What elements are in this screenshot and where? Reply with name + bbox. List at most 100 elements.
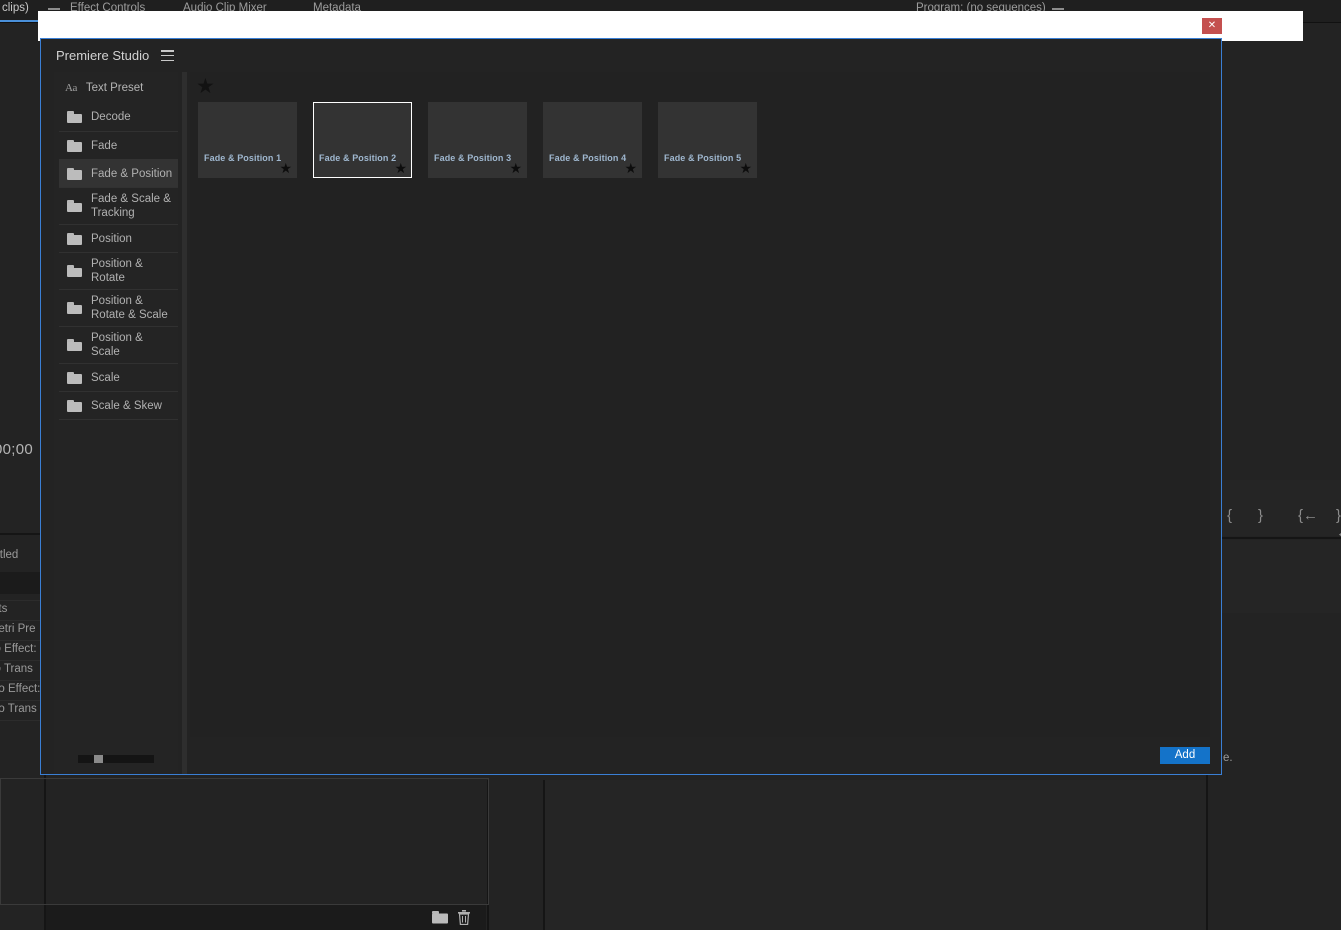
star-icon[interactable]: ★	[509, 161, 522, 175]
sidebar-item-position-scale[interactable]: Position & Scale	[59, 326, 178, 363]
dialog-body: Aa Text Preset Decode Fade Fade & Positi…	[41, 72, 1221, 774]
zoom-slider[interactable]	[78, 755, 154, 763]
folder-icon	[67, 371, 82, 384]
hamburger-menu-icon[interactable]	[161, 50, 175, 61]
bg-rowline-3	[0, 660, 44, 661]
preset-content-column: ★ Fade & Position 1 ★ Fade & Position 2 …	[190, 72, 1210, 774]
bg-marker-in-icon[interactable]: {	[1227, 507, 1232, 524]
bg-bin-item-0[interactable]: ets	[0, 603, 7, 615]
bg-rowline-1	[0, 620, 44, 621]
bg-marker-out-icon[interactable]: }	[1258, 507, 1263, 524]
sidebar-item-decode[interactable]: Decode	[59, 103, 178, 131]
sidebar-divider-bar[interactable]	[182, 72, 187, 774]
bg-status-text: e.	[1223, 752, 1233, 764]
text-preset-header: Aa Text Preset	[54, 72, 178, 103]
sidebar-item-label: Fade	[91, 139, 118, 152]
bg-rowline-6	[0, 720, 44, 721]
sidebar-item-label: Decode	[91, 111, 131, 123]
preset-card[interactable]: Fade & Position 2 ★	[313, 102, 412, 178]
sidebar-empty-space	[54, 424, 178, 745]
bg-right-panel-upper	[1208, 540, 1341, 613]
folder-icon	[67, 200, 82, 212]
text-preset-aa-icon: Aa	[65, 81, 77, 94]
preset-card[interactable]: Fade & Position 3 ★	[428, 102, 527, 178]
folder-icon	[67, 139, 82, 152]
preset-category-sidebar: Aa Text Preset Decode Fade Fade & Positi…	[54, 72, 178, 774]
sidebar-item-label: Fade & Scale & Tracking	[91, 193, 171, 219]
zoom-slider-thumb[interactable]	[94, 755, 103, 763]
star-icon[interactable]: ★	[739, 161, 752, 175]
favorites-star-icon[interactable]: ★	[196, 76, 215, 97]
bg-timeline-panel	[545, 780, 1206, 930]
close-icon[interactable]: ✕	[1202, 18, 1222, 34]
grid-header: ★	[190, 72, 1210, 100]
bg-tab-program-dash	[1052, 8, 1064, 10]
bg-rowline-4	[0, 680, 44, 681]
preset-card-label: Fade & Position 2	[319, 153, 397, 163]
star-icon[interactable]: ★	[279, 161, 292, 175]
preset-card-label: Fade & Position 5	[664, 153, 742, 163]
preset-grid-panel: ★ Fade & Position 1 ★ Fade & Position 2 …	[190, 72, 1210, 737]
sidebar-item-scale[interactable]: Scale	[59, 363, 178, 391]
bg-rowline-0	[0, 600, 44, 601]
white-overlay-strip	[38, 11, 1303, 41]
bg-hsep-1	[0, 533, 44, 535]
bg-bin-item-4[interactable]: eo Effect:	[0, 683, 40, 695]
sidebar-item-label: Position & Scale	[91, 332, 143, 358]
preset-card[interactable]: Fade & Position 5 ★	[658, 102, 757, 178]
bg-rowline-5	[0, 700, 44, 701]
sidebar-item-label: Fade & Position	[91, 167, 173, 180]
zoom-slider-container	[54, 744, 178, 774]
bg-search-field[interactable]	[0, 572, 44, 594]
bg-goto-out-icon[interactable]: }←	[1336, 507, 1341, 541]
folder-icon	[67, 399, 82, 412]
bg-bin-item-2[interactable]: io Effect:	[0, 643, 37, 655]
bg-tab-collapse-dash	[48, 8, 60, 10]
dialog-title: Premiere Studio	[56, 48, 150, 63]
folder-icon	[67, 167, 82, 180]
star-icon[interactable]: ★	[624, 161, 637, 175]
sidebar-item-label: Scale	[91, 371, 120, 384]
trash-icon[interactable]	[457, 910, 471, 930]
folder-icon	[67, 302, 82, 314]
sidebar-item-position[interactable]: Position	[59, 224, 178, 252]
text-preset-header-label: Text Preset	[85, 81, 144, 94]
sidebar-item-label: Scale & Skew	[91, 399, 162, 412]
folder-icon	[67, 339, 82, 351]
bg-timecode-display: 00;00	[0, 441, 34, 458]
bg-hsep-right	[1208, 537, 1341, 539]
folder-icon	[67, 111, 82, 123]
sidebar-item-scale-skew[interactable]: Scale & Skew	[59, 391, 178, 419]
sidebar-item-label: Position & Rotate & Scale	[91, 295, 168, 321]
bg-rowline-2	[0, 640, 44, 641]
sidebar-item-fade[interactable]: Fade	[59, 131, 178, 159]
dialog-footer: Add	[190, 737, 1210, 774]
bg-project-footer-bar	[46, 905, 486, 930]
preset-card[interactable]: Fade & Position 1 ★	[198, 102, 297, 178]
preset-card-label: Fade & Position 4	[549, 153, 627, 163]
bg-bin-item-3[interactable]: io Trans	[0, 663, 33, 675]
star-icon[interactable]: ★	[394, 161, 407, 175]
sidebar-item-label: Position & Rotate	[91, 258, 143, 284]
add-button[interactable]: Add	[1160, 747, 1210, 764]
bg-tab-clips[interactable]: clips)	[2, 2, 29, 14]
bg-goto-in-icon[interactable]: {←	[1298, 507, 1318, 524]
preset-category-list: Decode Fade Fade & Position Fade & Scale…	[54, 103, 178, 424]
premiere-studio-dialog: Premiere Studio Aa Text Preset Decode Fa…	[40, 38, 1222, 775]
bg-project-list-area	[0, 778, 489, 905]
preset-card[interactable]: Fade & Position 4 ★	[543, 102, 642, 178]
bg-bin-item-1[interactable]: netri Pre	[0, 623, 35, 635]
sidebar-item-position-rotate[interactable]: Position & Rotate	[59, 252, 178, 289]
sidebar-item-position-rotate-scale[interactable]: Position & Rotate & Scale	[59, 289, 178, 326]
sidebar-divider[interactable]	[178, 72, 190, 774]
preset-card-grid: Fade & Position 1 ★ Fade & Position 2 ★ …	[190, 100, 1210, 178]
preset-card-label: Fade & Position 1	[204, 153, 282, 163]
bg-project-name: titled	[0, 549, 19, 561]
new-bin-icon[interactable]	[432, 911, 448, 929]
sidebar-item-label: Position	[91, 232, 132, 245]
dialog-titlebar: Premiere Studio	[41, 39, 1221, 72]
sidebar-item-fade-position[interactable]: Fade & Position	[59, 159, 178, 187]
bg-bin-item-5[interactable]: eo Trans	[0, 703, 37, 715]
folder-icon	[67, 265, 82, 277]
sidebar-item-fade-scale-tracking[interactable]: Fade & Scale & Tracking	[59, 187, 178, 224]
